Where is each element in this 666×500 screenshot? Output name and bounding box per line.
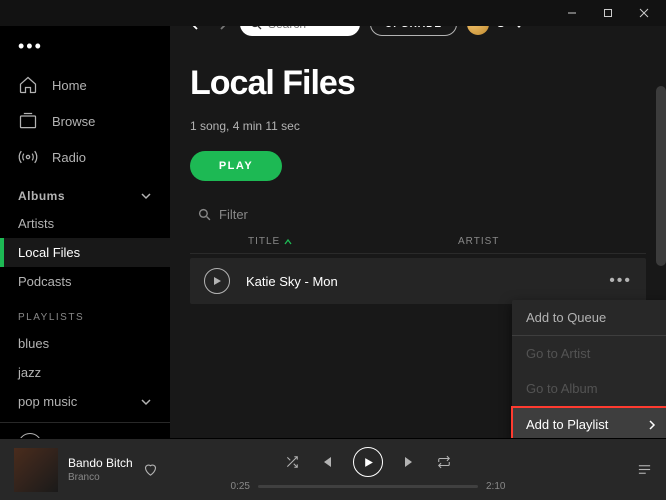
ctx-go-to-artist[interactable]: Go to Artist	[512, 336, 666, 371]
now-playing-title[interactable]: Bando Bitch	[68, 456, 133, 470]
library-header-label: Albums	[18, 189, 65, 203]
search-icon	[250, 26, 262, 30]
search-input[interactable]: Search	[240, 26, 360, 36]
nav-back-button[interactable]	[188, 26, 202, 31]
playlist-item[interactable]: jazz	[0, 358, 170, 387]
now-playing-artist[interactable]: Branco	[68, 472, 133, 483]
shuffle-button[interactable]	[285, 455, 299, 469]
new-playlist-button[interactable]: + New Playlist	[0, 422, 170, 438]
library-local-files[interactable]: Local Files	[0, 238, 170, 267]
app-menu-button[interactable]: •••	[0, 36, 170, 67]
play-button[interactable]: PLAY	[190, 151, 282, 181]
search-icon	[198, 208, 211, 221]
search-placeholder: Search	[268, 26, 306, 31]
playlist-item[interactable]: pop music	[0, 387, 170, 416]
library-header[interactable]: Albums	[0, 175, 170, 209]
radio-icon	[18, 147, 38, 167]
chevron-down-icon	[140, 190, 152, 202]
ctx-add-to-queue[interactable]: Add to Queue	[512, 300, 666, 335]
chevron-down-icon	[140, 396, 152, 408]
total-time: 2:10	[486, 481, 505, 492]
window-maximize-button[interactable]	[590, 0, 626, 26]
playlists-header: PLAYLISTS	[0, 296, 170, 329]
nav-label: Radio	[52, 150, 86, 165]
browse-icon	[18, 111, 38, 131]
sort-asc-icon	[284, 238, 292, 246]
player-bar: Bando Bitch Branco 0:25 2:10	[0, 438, 666, 500]
home-icon	[18, 75, 38, 95]
user-menu[interactable]: S	[467, 26, 526, 35]
context-menu: Add to Queue Go to Artist Go to Album Ad…	[512, 300, 666, 438]
library-podcasts[interactable]: Podcasts	[0, 267, 170, 296]
avatar	[467, 26, 489, 35]
track-title: Katie Sky - Mon	[246, 274, 376, 289]
page-title: Local Files	[190, 64, 646, 103]
nav-label: Home	[52, 78, 87, 93]
nav-radio[interactable]: Radio	[0, 139, 170, 175]
filter-input[interactable]: Filter	[219, 207, 248, 222]
main-content: Search UPGRADE S Local Files 1 song, 4 m…	[170, 26, 666, 438]
like-button[interactable]	[143, 462, 158, 477]
nav-forward-button[interactable]	[216, 26, 230, 31]
sidebar: ••• Home Browse Radio Albums	[0, 26, 170, 438]
window-close-button[interactable]	[626, 0, 662, 26]
track-more-button[interactable]: •••	[609, 272, 632, 290]
window-titlebar	[0, 0, 666, 26]
next-button[interactable]	[403, 455, 417, 469]
previous-button[interactable]	[319, 455, 333, 469]
nav-home[interactable]: Home	[0, 67, 170, 103]
upgrade-button[interactable]: UPGRADE	[370, 26, 457, 36]
ctx-add-to-playlist[interactable]: Add to Playlist	[512, 407, 666, 438]
library-artists[interactable]: Artists	[0, 209, 170, 238]
chevron-right-icon	[648, 420, 656, 430]
queue-button[interactable]	[637, 462, 652, 477]
scrollbar-thumb[interactable]	[656, 86, 666, 266]
repeat-button[interactable]	[437, 455, 451, 469]
album-art[interactable]	[14, 448, 58, 492]
play-pause-button[interactable]	[353, 447, 383, 477]
track-row[interactable]: Katie Sky - Mon •••	[190, 258, 646, 304]
playlist-item[interactable]: blues	[0, 329, 170, 358]
chevron-down-icon	[512, 26, 526, 31]
column-artist[interactable]: ARTIST	[458, 236, 638, 247]
page-meta: 1 song, 4 min 11 sec	[190, 119, 646, 133]
window-minimize-button[interactable]	[554, 0, 590, 26]
top-bar: Search UPGRADE S	[170, 26, 666, 48]
user-initial: S	[497, 26, 504, 30]
ctx-go-to-album[interactable]: Go to Album	[512, 371, 666, 406]
column-title[interactable]: TITLE	[198, 236, 458, 247]
nav-label: Browse	[52, 114, 95, 129]
track-play-button[interactable]	[204, 268, 230, 294]
nav-browse[interactable]: Browse	[0, 103, 170, 139]
elapsed-time: 0:25	[231, 481, 250, 492]
progress-bar[interactable]	[258, 485, 478, 488]
